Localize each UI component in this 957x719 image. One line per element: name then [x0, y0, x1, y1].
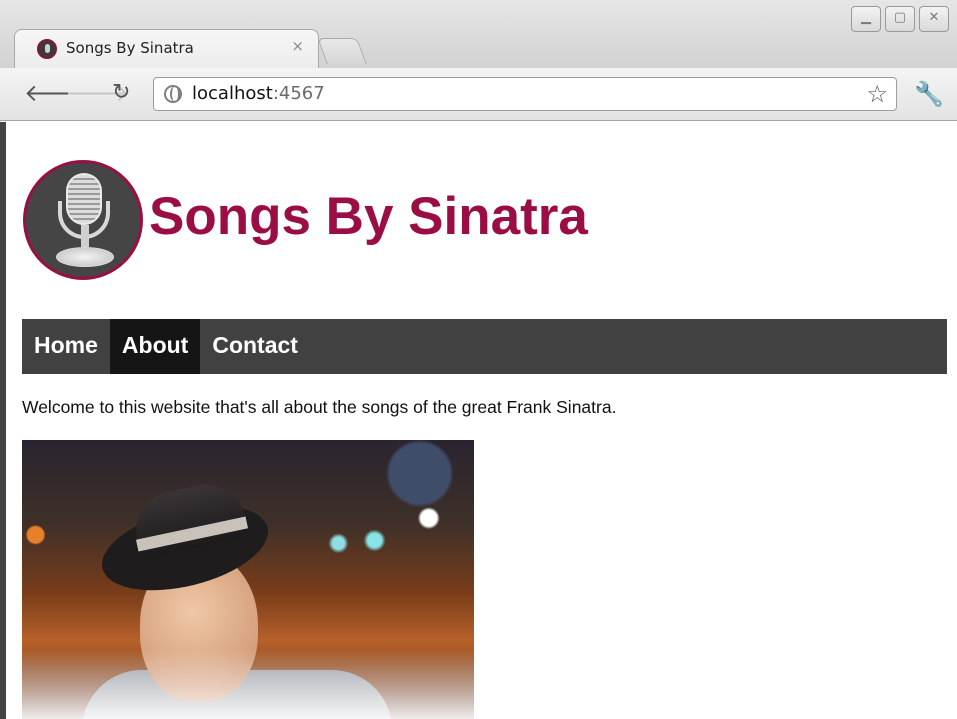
new-tab-button[interactable]	[317, 38, 367, 64]
minimize-icon: ▁	[861, 10, 871, 25]
url-port: :4567	[272, 83, 325, 104]
microphone-stem	[81, 225, 89, 247]
page-viewport: Songs By Sinatra Home About Contact Welc…	[0, 122, 957, 719]
maximize-button[interactable]: ▢	[885, 6, 915, 32]
site-title: Songs By Sinatra	[149, 187, 588, 246]
nav-link-home[interactable]: Home	[22, 319, 110, 374]
tab-strip: Songs By Sinatra × ▁ ▢ ✕	[0, 0, 957, 69]
microphone-icon	[66, 173, 102, 225]
tab-close-icon[interactable]: ×	[291, 37, 304, 55]
nav-link-about[interactable]: About	[109, 319, 201, 374]
bookmark-star-icon[interactable]: ☆	[866, 80, 888, 108]
window-controls: ▁ ▢ ✕	[851, 6, 949, 32]
globe-icon	[164, 85, 182, 103]
maximize-icon: ▢	[893, 10, 907, 25]
wrench-menu-icon[interactable]: 🔧	[914, 80, 944, 108]
welcome-text: Welcome to this website that's all about…	[22, 397, 617, 417]
tab-title: Songs By Sinatra	[66, 39, 194, 57]
url-text: localhost:4567	[192, 83, 325, 104]
reload-icon[interactable]: ↻	[112, 80, 130, 106]
close-icon: ✕	[928, 10, 940, 25]
photo-fade	[22, 440, 474, 719]
frank-sinatra-photo	[22, 440, 474, 719]
address-bar[interactable]: localhost:4567 ☆	[153, 77, 897, 111]
main-nav: Home About Contact	[22, 319, 947, 374]
tab-songs-by-sinatra[interactable]: Songs By Sinatra ×	[14, 29, 319, 69]
minimize-button[interactable]: ▁	[851, 6, 881, 32]
microphone-base	[56, 247, 114, 267]
url-host: localhost	[192, 83, 273, 104]
browser-toolbar: 🡐 🡒 ↻ localhost:4567 ☆ 🔧	[0, 68, 957, 121]
browser-window: Songs By Sinatra × ▁ ▢ ✕ 🡐 🡒 ↻ localhost…	[0, 0, 957, 719]
nav-link-contact[interactable]: Contact	[200, 319, 310, 374]
close-window-button[interactable]: ✕	[919, 6, 949, 32]
microphone-favicon-icon	[37, 39, 57, 59]
site-logo	[23, 160, 143, 280]
